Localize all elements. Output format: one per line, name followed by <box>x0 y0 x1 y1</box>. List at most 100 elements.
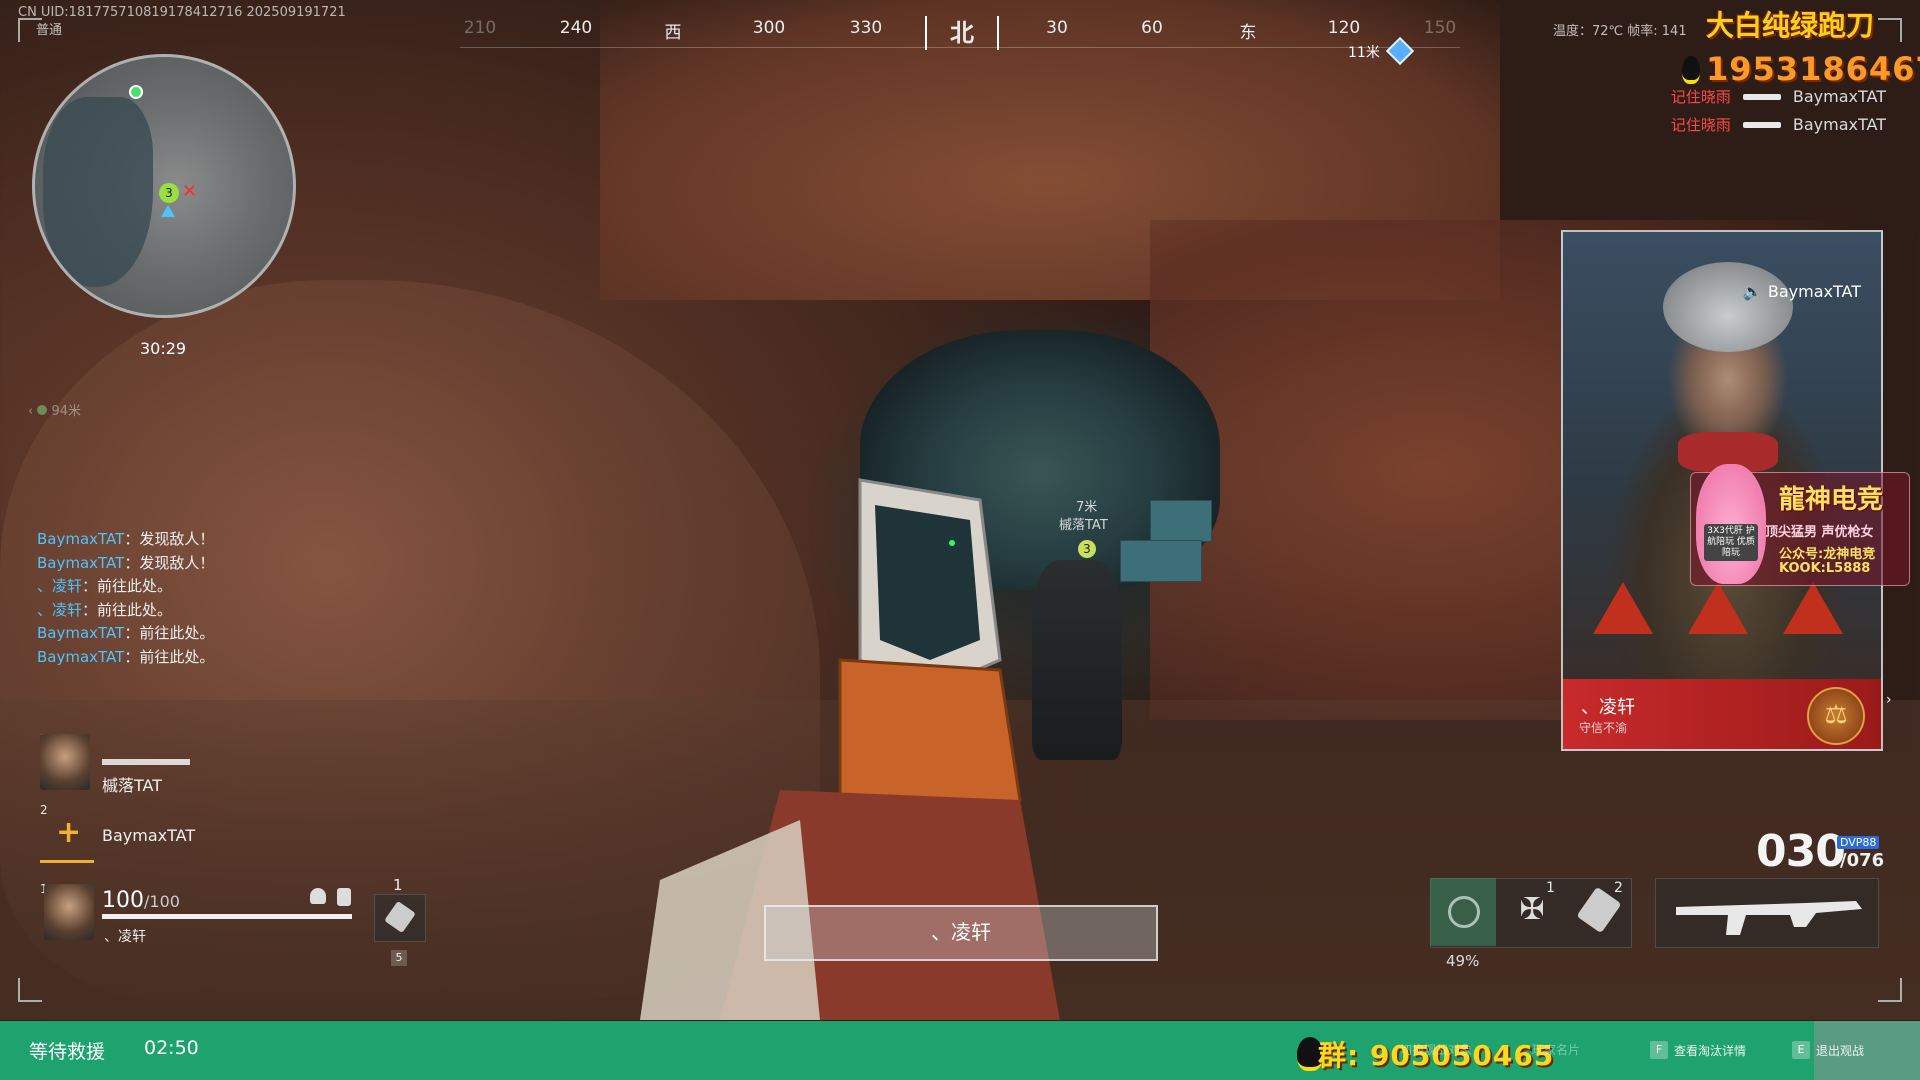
keycap: E <box>1792 1041 1810 1059</box>
mode-label: 普通 <box>36 23 63 38</box>
hp-bar <box>102 914 352 919</box>
compass-tick: 330 <box>849 18 883 38</box>
chat-log: BaymaxTAT：发现敌人！ BaymaxTAT：发现敌人！ 、凌轩：前往此处… <box>37 528 214 669</box>
compass-tick: 210 <box>463 18 497 38</box>
uid-label: CN UID:181775710819178412716 20250919172… <box>18 5 346 20</box>
chat-message: ：前往此处。 <box>82 577 173 595</box>
player-name: 、凌轩 <box>104 929 146 945</box>
speaker-name: BaymaxTAT <box>1767 282 1861 301</box>
card-arrow-icon[interactable]: › <box>1886 692 1892 708</box>
chat-line: BaymaxTAT：前往此处。 <box>37 646 214 670</box>
sponsor-line: KOOK:L5888 <box>1779 561 1871 576</box>
hp-max: /100 <box>144 892 180 911</box>
stream-qq-number: 1953186467 <box>1706 50 1920 88</box>
teammate-number-badge: 3 <box>1078 540 1096 558</box>
throwable-count: 1 <box>393 876 403 894</box>
chat-line: 、凌轩：前往此处。 <box>37 575 214 599</box>
chat-message: ：前往此处。 <box>82 600 173 619</box>
teammate-avatar <box>40 734 90 790</box>
voice-indicator: 🔈 BaymaxTAT <box>1743 282 1861 301</box>
spectate-target-name: 、凌轩 <box>764 905 1158 961</box>
waypoint-distance: 11米 <box>1348 45 1380 61</box>
killfeed-victim: BaymaxTAT <box>1792 87 1886 106</box>
chat-message: ：前往此处。 <box>124 647 215 666</box>
offscreen-dot-icon <box>37 405 48 415</box>
bunny-tag: 3X3代肝 护航陪玩 优质陪玩 <box>1704 524 1758 561</box>
ammo-count: 030 <box>1756 826 1846 877</box>
rifle-icon <box>1742 121 1781 128</box>
minimap[interactable]: 3 ✕ <box>32 54 296 318</box>
killfeed-row: 记住晓雨 BaymaxTAT <box>1506 86 1886 107</box>
rifle-icon <box>1742 93 1781 100</box>
crate <box>1120 540 1202 582</box>
primary-weapon-slot[interactable] <box>1655 878 1879 948</box>
ability-slot[interactable] <box>1430 878 1496 946</box>
keybind-hint: 5 <box>391 950 407 966</box>
chat-sender: BaymaxTAT <box>37 530 125 548</box>
teammate-name-tag: 槭落TAT <box>1059 518 1108 533</box>
player-card-name: 、凌轩 <box>1581 697 1635 718</box>
compass-north: 北 <box>925 16 999 50</box>
operator-hair <box>1663 262 1793 352</box>
compass-tick: 东 <box>1239 23 1257 43</box>
status-text: 等待救援 <box>29 1041 106 1063</box>
hp-bar-fill <box>102 914 352 919</box>
minimap-enemy-x-icon: ✕ <box>182 181 198 202</box>
sponsor-line: 顶尖猛男 声优枪女 <box>1765 525 1874 540</box>
compass-tick: 30 <box>1046 18 1068 38</box>
player-card-button[interactable]: 玩家名片 <box>1532 1041 1580 1058</box>
drone-icon[interactable]: ✠ <box>1514 892 1550 928</box>
speaker-icon: 🔈 <box>1742 282 1763 301</box>
player-card-title: 守信不渝 <box>1579 721 1628 735</box>
compass-tick: 60 <box>1141 18 1163 38</box>
downed-plus-icon: + <box>56 815 82 850</box>
qq-penguin-icon <box>1682 56 1700 84</box>
switch-spectate-button[interactable]: 切换观战对象 <box>1400 1041 1472 1058</box>
teammate-name: 槭落TAT <box>102 776 163 795</box>
team-index: 2 <box>40 803 48 817</box>
slot-count: 2 <box>1614 880 1623 896</box>
sponsor-line: 公众号:龙神电竞 <box>1779 547 1876 562</box>
chat-message: ：发现敌人！ <box>124 530 215 548</box>
perf-stats: 温度：72℃ 帧率: 141 <box>1553 24 1687 39</box>
assault-rifle-icon <box>1676 901 1862 935</box>
hp-value: 100/100 <box>102 888 180 913</box>
revive-timer: 02:50 <box>144 1037 199 1059</box>
ammo-reserve: /076 <box>1840 850 1885 871</box>
hud-corner <box>1878 18 1902 42</box>
teammate-name: BaymaxTAT <box>102 826 196 845</box>
chat-sender: BaymaxTAT <box>37 647 125 666</box>
armor-icon <box>337 888 351 906</box>
compass-tick: 150 <box>1423 18 1457 38</box>
compass-tick: 西 <box>664 23 682 43</box>
killfeed-killer: 记住晓雨 <box>1670 88 1731 106</box>
hp-current: 100 <box>102 888 144 913</box>
chat-sender: 、凌轩 <box>37 600 83 619</box>
chat-line: 、凌轩：前往此处。 <box>37 599 214 623</box>
throwable-slot[interactable] <box>374 894 426 942</box>
rank-badge-icon <box>1783 582 1843 634</box>
chat-message: ：前往此处。 <box>124 624 215 642</box>
button-label: 切换观战对象 <box>1400 1043 1473 1057</box>
elimination-details-button[interactable]: F 查看淘汰详情 <box>1650 1041 1746 1059</box>
chat-message: ：发现敌人！ <box>124 553 215 572</box>
bunny-mascot: 3X3代肝 护航陪玩 优质陪玩 <box>1696 464 1766 584</box>
button-label: 查看淘汰详情 <box>1674 1043 1747 1058</box>
ability-progress: 49% <box>1446 952 1480 970</box>
exit-spectate-button[interactable]: E 退出观战 <box>1792 1041 1864 1059</box>
compass-tick: 240 <box>559 18 593 38</box>
button-label: 退出观战 <box>1816 1043 1865 1058</box>
killfeed-row: 记住晓雨 BaymaxTAT <box>1506 114 1886 135</box>
keycap: F <box>1650 1041 1668 1059</box>
sight-glass <box>875 505 980 660</box>
helmet-icon <box>310 888 326 904</box>
chat-line: BaymaxTAT：发现敌人！ <box>37 528 214 552</box>
slot-count: 1 <box>1546 880 1555 896</box>
crate <box>1150 500 1212 542</box>
grenade-icon <box>384 900 416 934</box>
revive-progress-bar <box>40 860 94 863</box>
compass-tick: 300 <box>752 18 786 38</box>
ability-icon <box>1448 896 1480 928</box>
killfeed-killer: 记住晓雨 <box>1670 116 1731 134</box>
stream-title: 大白纯绿跑刀 <box>1706 9 1875 42</box>
